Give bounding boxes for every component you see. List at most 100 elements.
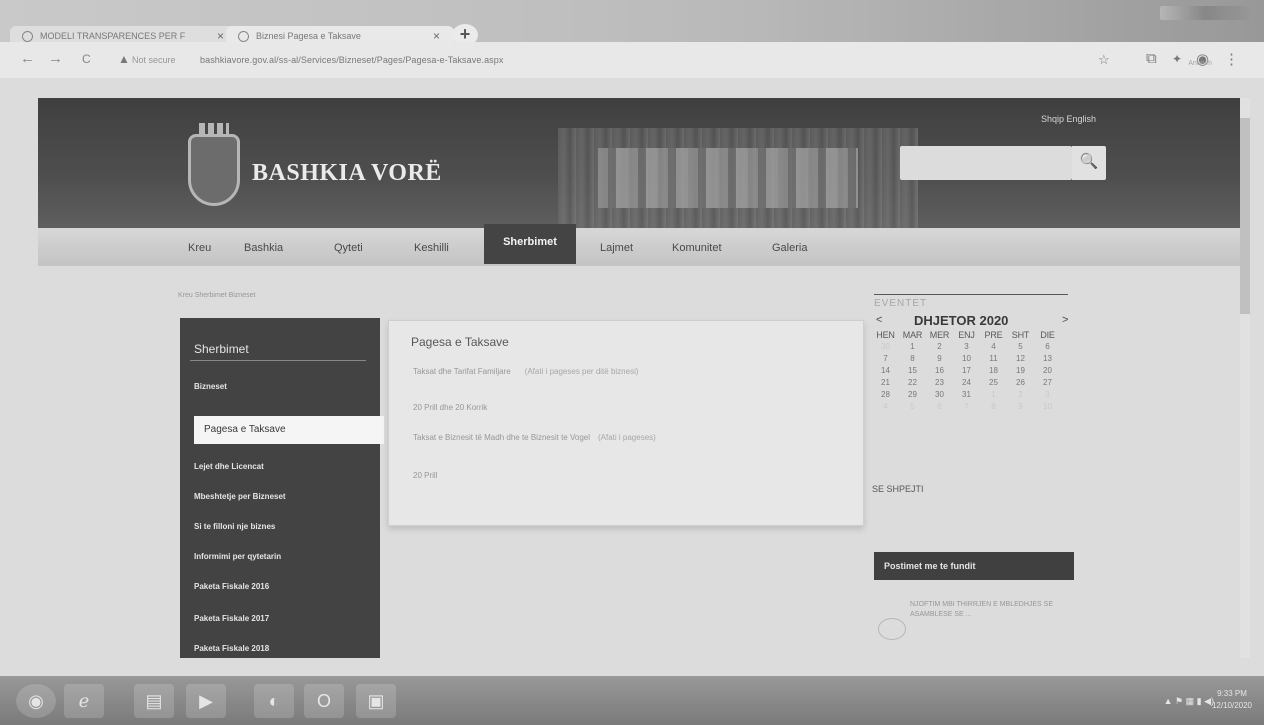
calendar-day[interactable]: 23 [926,378,953,388]
calendar-day[interactable]: 9 [926,354,953,364]
reload-icon[interactable]: C [82,52,91,66]
system-tray-icons[interactable]: ▲ ⚑ ▦ ▮ ◀) [1164,696,1214,707]
sidebar-item-bizneset[interactable]: Bizneset [194,382,227,391]
nav-komunitet[interactable]: Komunitet [672,242,722,254]
windows-taskbar: ◉ ℯ ▤ ▶ ◐ O ▣ ▲ ⚑ ▦ ▮ ◀) 9:33 PM 12/10/2… [0,676,1264,725]
internet-explorer-icon[interactable]: ℯ [64,684,104,718]
recent-post-link[interactable]: NJOFTIM MBI THIRRJEN E MBLEDHJES SE ASAM… [910,600,1080,620]
website: BASHKIA VORË Shqip English 🔍 Kreu Bashki… [30,98,1246,658]
nav-keshilli[interactable]: Keshilli [414,242,449,254]
calendar-day[interactable]: 26 [1007,378,1034,388]
calendar-day[interactable]: 7 [872,354,899,364]
services-sidebar: Sherbimet Bizneset Pagesa e Taksave Leje… [180,318,384,658]
calendar-day[interactable]: 30 [926,390,953,400]
calendar-day[interactable]: 14 [872,366,899,376]
calendar-day[interactable]: 11 [980,354,1007,364]
site-brand[interactable]: BASHKIA VORË [252,160,442,187]
calendar-prev-icon[interactable]: < [876,314,882,326]
sidebar-item-paketa-2016[interactable]: Paketa Fiskale 2016 [194,582,269,591]
calendar-next-icon[interactable]: > [1062,314,1068,326]
calendar-day[interactable]: 9 [1007,402,1034,412]
calendar-day[interactable]: 30 [872,342,899,352]
calendar-day[interactable]: 20 [1034,366,1061,376]
calendar-day[interactable]: 28 [872,390,899,400]
calendar-day[interactable]: 10 [953,354,980,364]
search-icon[interactable]: 🔍 [1072,146,1106,180]
calendar-day[interactable]: 10 [1034,402,1061,412]
calendar-day[interactable]: 1 [980,390,1007,400]
calendar-day[interactable]: 31 [953,390,980,400]
nav-bashkia[interactable]: Bashkia [244,242,283,254]
language-switcher[interactable]: Shqip English [1041,114,1096,124]
calendar-day[interactable]: 29 [899,390,926,400]
calendar-day[interactable]: 4 [872,402,899,412]
calendar-day[interactable]: 13 [1034,354,1061,364]
calendar-day[interactable]: 5 [899,402,926,412]
calendar-day[interactable]: 4 [980,342,1007,352]
sidebar-item-paketa-2017[interactable]: Paketa Fiskale 2017 [194,614,269,623]
calendar-day[interactable]: 2 [926,342,953,352]
warning-icon[interactable]: ▲ [118,52,130,66]
calendar-day[interactable]: 6 [926,402,953,412]
window-controls[interactable] [1160,6,1250,20]
forward-icon[interactable]: → [48,50,63,67]
calendar-day[interactable]: 3 [1034,390,1061,400]
calendar-day[interactable]: 1 [899,342,926,352]
browser-menu-icon[interactable]: ⋮ [1224,50,1239,68]
calendar-day[interactable]: 21 [872,378,899,388]
chrome-icon[interactable]: ◐ [254,684,294,718]
calendar-day[interactable]: 7 [953,402,980,412]
sidebar-item-si-te-filloni[interactable]: Si te filloni nje biznes [194,522,275,531]
nav-lajmet[interactable]: Lajmet [600,242,633,254]
calendar-day[interactable]: 27 [1034,378,1061,388]
tab-close-icon[interactable]: × [433,29,440,43]
municipality-crest-logo[interactable] [188,123,240,206]
calendar-day[interactable]: 22 [899,378,926,388]
scrollbar-thumb[interactable] [1240,118,1250,314]
calendar-day[interactable]: 2 [1007,390,1034,400]
calendar-day[interactable]: 3 [953,342,980,352]
start-button-icon[interactable]: ◉ [16,684,56,718]
sidebar-item-mbeshtetje[interactable]: Mbeshtetje per Bizneset [194,492,286,501]
sidebar-item-informimi[interactable]: Informimi per qytetarin [194,552,281,561]
content-link[interactable]: (Afati i pageses) [598,433,656,442]
taskbar-clock[interactable]: 9:33 PM 12/10/2020 [1212,688,1252,712]
calendar-day[interactable]: 25 [980,378,1007,388]
nav-galeria[interactable]: Galeria [772,242,807,254]
calendar-day[interactable]: 15 [899,366,926,376]
calendar-day[interactable]: 8 [980,402,1007,412]
puzzle-icon[interactable]: ✦ [1172,52,1182,66]
calendar-day[interactable]: 8 [899,354,926,364]
nav-kreu[interactable]: Kreu [188,242,211,254]
tab-close-icon[interactable]: × [217,29,224,43]
breadcrumb[interactable]: Kreu Sherbimet Bizneset [178,292,255,299]
calendar-day[interactable]: 24 [953,378,980,388]
not-secure-label[interactable]: Not secure [132,55,176,65]
back-icon[interactable]: ← [20,50,35,67]
media-player-icon[interactable]: ▶ [186,684,226,718]
calendar-day[interactable]: 6 [1034,342,1061,352]
content-line: 20 Prill dhe 20 Korrik [413,403,487,412]
url-field[interactable]: bashkiavore.gov.al/ss-al/Services/Biznes… [200,55,503,65]
sidebar-item-pagesa-e-taksave[interactable]: Pagesa e Taksave [194,416,384,444]
calendar-day[interactable]: 19 [1007,366,1034,376]
calendar-day[interactable]: 16 [926,366,953,376]
content-link[interactable]: (Afati i pageses per ditë biznesi) [525,367,639,376]
calendar-day[interactable]: 12 [1007,354,1034,364]
calendar-week-row: 4 5 6 7 8 9 10 [872,402,1062,412]
site-search-input[interactable] [900,146,1072,180]
calendar-day[interactable]: 18 [980,366,1007,376]
tab-favicon-icon [22,31,33,42]
nav-sherbimet[interactable]: Sherbimet [484,224,576,264]
nav-qyteti[interactable]: Qyteti [334,242,363,254]
file-explorer-icon[interactable]: ▤ [134,684,174,718]
calendar-day[interactable]: 5 [1007,342,1034,352]
extension-icon[interactable]: ⧉ [1146,50,1157,67]
weekday-label: MAR [902,330,923,340]
opera-icon[interactable]: O [304,684,344,718]
sidebar-item-paketa-2018[interactable]: Paketa Fiskale 2018 [194,644,269,653]
bookmark-star-icon[interactable]: ☆ [1098,52,1110,68]
sidebar-item-lejet[interactable]: Lejet dhe Licencat [194,462,264,471]
calendar-day[interactable]: 17 [953,366,980,376]
window-app-icon[interactable]: ▣ [356,684,396,718]
